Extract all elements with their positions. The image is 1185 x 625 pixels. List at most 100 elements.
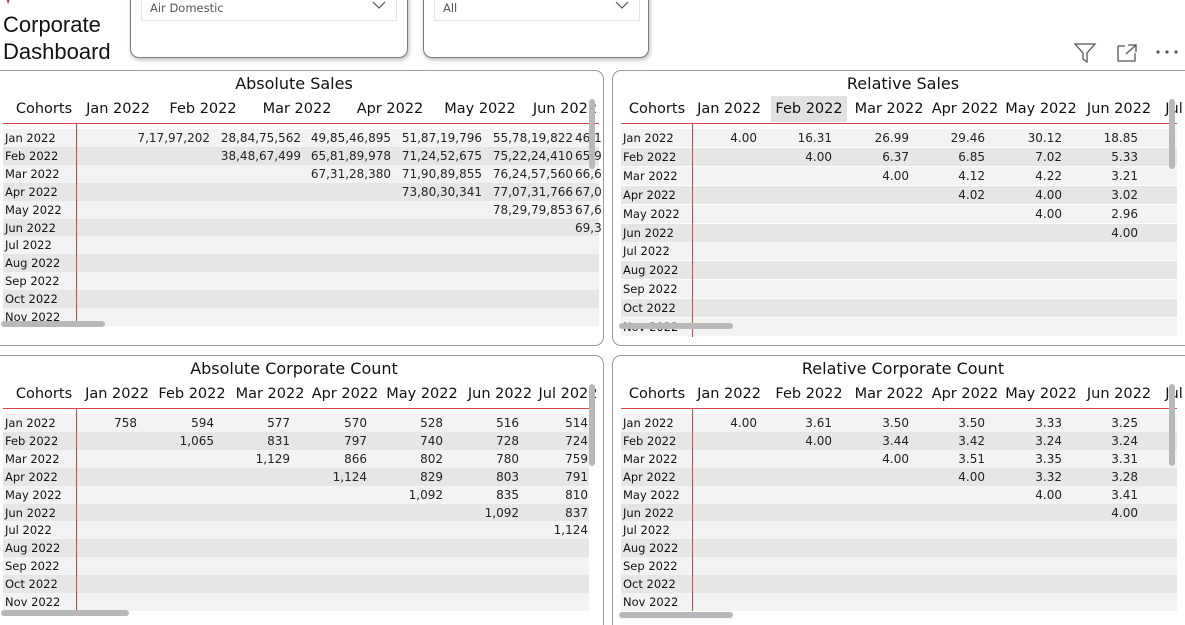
table-cell: 570 — [344, 416, 367, 430]
filter-icon[interactable] — [1073, 42, 1097, 64]
row-header: Sep 2022 — [623, 282, 678, 297]
table-row[interactable] — [3, 254, 599, 273]
column-header[interactable]: Feb 2022 — [161, 96, 245, 122]
row-header: Mar 2022 — [5, 451, 60, 466]
relative-corporate-count-visual[interactable]: Relative Corporate Count Cohorts Jan 2022… — [612, 355, 1185, 625]
column-header[interactable]: Feb 2022 — [153, 381, 231, 407]
column-header[interactable]: May 2022 — [1003, 96, 1079, 122]
visual-title: Absolute Corporate Count — [190, 359, 398, 378]
row-header: May 2022 — [5, 487, 62, 502]
table-row[interactable] — [621, 539, 1177, 558]
table-cell: 728 — [496, 433, 519, 448]
vertical-scrollbar[interactable] — [589, 384, 595, 466]
horizontal-scrollbar[interactable] — [619, 612, 733, 618]
column-header-cohorts[interactable]: Cohorts — [625, 96, 689, 122]
table-cell: 577 — [267, 416, 290, 430]
column-header[interactable]: Jan 2022 — [79, 96, 157, 122]
absolute-corporate-count-visual[interactable]: Absolute Corporate Count Cohorts Jan 2022… — [0, 355, 604, 625]
matrix-table: Cohorts Jan 2022 Feb 2022 Mar 2022 Apr 2022 M… — [621, 381, 1185, 625]
table-cell: 1,092 — [408, 487, 443, 502]
row-header: Jan 2022 — [5, 131, 56, 145]
column-header[interactable]: Apr 2022 — [347, 96, 433, 122]
column-header[interactable]: Jan 2022 — [691, 381, 767, 407]
horizontal-scrollbar[interactable] — [619, 323, 733, 329]
column-header[interactable]: Feb 2022 — [771, 381, 847, 407]
column-header[interactable]: May 2022 — [1003, 381, 1079, 407]
row-header: Oct 2022 — [623, 577, 676, 592]
column-header[interactable]: Apr 2022 — [307, 381, 383, 407]
vertical-scrollbar[interactable] — [589, 99, 595, 169]
relative-sales-visual[interactable]: Relative Sales Cohorts Jan 2022 Feb 2022 Ma… — [612, 70, 1185, 346]
table-cell: 3.50 — [882, 416, 909, 430]
table-cell: 4.00 — [958, 469, 985, 484]
column-header[interactable]: Jan 2022 — [691, 96, 767, 122]
column-header[interactable]: Mar 2022 — [851, 381, 927, 407]
chevron-down-icon[interactable] — [372, 0, 386, 10]
table-row[interactable] — [621, 299, 1177, 318]
row-header-divider — [692, 409, 693, 611]
table-row[interactable] — [621, 593, 1177, 611]
table-row[interactable] — [621, 575, 1177, 594]
service-type-dropdown[interactable]: Air Domestic — [141, 0, 397, 21]
table-row[interactable] — [621, 521, 1177, 540]
table-cell: 78,29,79,853 — [492, 202, 573, 217]
table-row[interactable] — [3, 593, 589, 611]
row-header: Jun 2022 — [5, 505, 56, 520]
segment-dropdown[interactable]: All — [434, 0, 640, 21]
table-cell: 7.02 — [1035, 149, 1062, 164]
row-header: Apr 2022 — [5, 184, 58, 199]
column-header[interactable]: May 2022 — [437, 96, 523, 122]
matrix-table: Cohorts Jan 2022 Feb 2022 Mar 2022 Apr 2022 M… — [3, 381, 599, 625]
table-cell: 2.96 — [1111, 206, 1138, 221]
table-cell: 67,31,28,380 — [310, 166, 391, 181]
column-header[interactable]: Jun 2022 — [1081, 381, 1157, 407]
column-header[interactable]: Jun 2022 — [1081, 96, 1157, 122]
horizontal-scrollbar[interactable] — [1, 321, 105, 327]
table-cell: 3.41 — [1111, 487, 1138, 502]
column-header[interactable]: Jan 2022 — [79, 381, 155, 407]
column-header[interactable]: Apr 2022 — [929, 381, 1001, 407]
page-title-line1: Corporate — [3, 12, 101, 37]
table-row[interactable] — [3, 272, 599, 291]
table-row[interactable] — [3, 575, 589, 594]
column-header[interactable]: Jun 2022 — [463, 381, 537, 407]
column-header[interactable]: Mar 2022 — [231, 381, 309, 407]
table-row[interactable] — [3, 218, 599, 237]
table-cell: 4.22 — [1035, 168, 1062, 183]
absolute-sales-visual[interactable]: Absolute Sales Cohorts Jan 2022 Feb 2022 Ma… — [0, 70, 604, 346]
table-row[interactable] — [3, 557, 589, 576]
table-row[interactable] — [621, 261, 1177, 280]
row-header: Sep 2022 — [623, 559, 678, 574]
table-cell: 77,07,31,766 — [492, 184, 573, 199]
column-header[interactable]: Mar 2022 — [253, 96, 341, 122]
chevron-down-icon[interactable] — [615, 0, 629, 10]
column-header[interactable]: Apr 2022 — [929, 96, 1001, 122]
column-header-cohorts[interactable]: Cohorts — [15, 96, 73, 122]
row-header: Jan 2022 — [5, 416, 56, 430]
focus-mode-icon[interactable] — [1115, 42, 1139, 64]
table-row[interactable] — [621, 557, 1177, 576]
row-header: Jun 2022 — [623, 225, 674, 240]
column-header[interactable]: Mar 2022 — [851, 96, 927, 122]
table-row[interactable] — [3, 290, 599, 309]
row-header: Mar 2022 — [5, 166, 60, 181]
column-header-cohorts[interactable]: Cohorts — [625, 381, 689, 407]
column-header-cohorts[interactable]: Cohorts — [15, 381, 73, 407]
table-row[interactable] — [621, 280, 1177, 299]
table-row[interactable] — [3, 521, 589, 540]
table-row[interactable] — [3, 236, 599, 255]
row-header: Nov 2022 — [623, 595, 679, 609]
row-header: Nov 2022 — [5, 595, 61, 609]
table-cell: 29.46 — [950, 131, 985, 145]
table-cell: 4.00 — [1035, 206, 1062, 221]
column-header[interactable]: Feb 2022 — [771, 96, 847, 122]
horizontal-scrollbar[interactable] — [1, 610, 129, 616]
column-header[interactable]: May 2022 — [383, 381, 461, 407]
table-row[interactable] — [621, 242, 1177, 261]
row-header: Oct 2022 — [623, 301, 676, 316]
vertical-scrollbar[interactable] — [1169, 99, 1175, 169]
more-options-icon[interactable] — [1155, 41, 1179, 63]
vertical-scrollbar[interactable] — [1169, 384, 1175, 466]
table-row[interactable] — [3, 539, 589, 558]
row-header: Aug 2022 — [623, 541, 679, 556]
